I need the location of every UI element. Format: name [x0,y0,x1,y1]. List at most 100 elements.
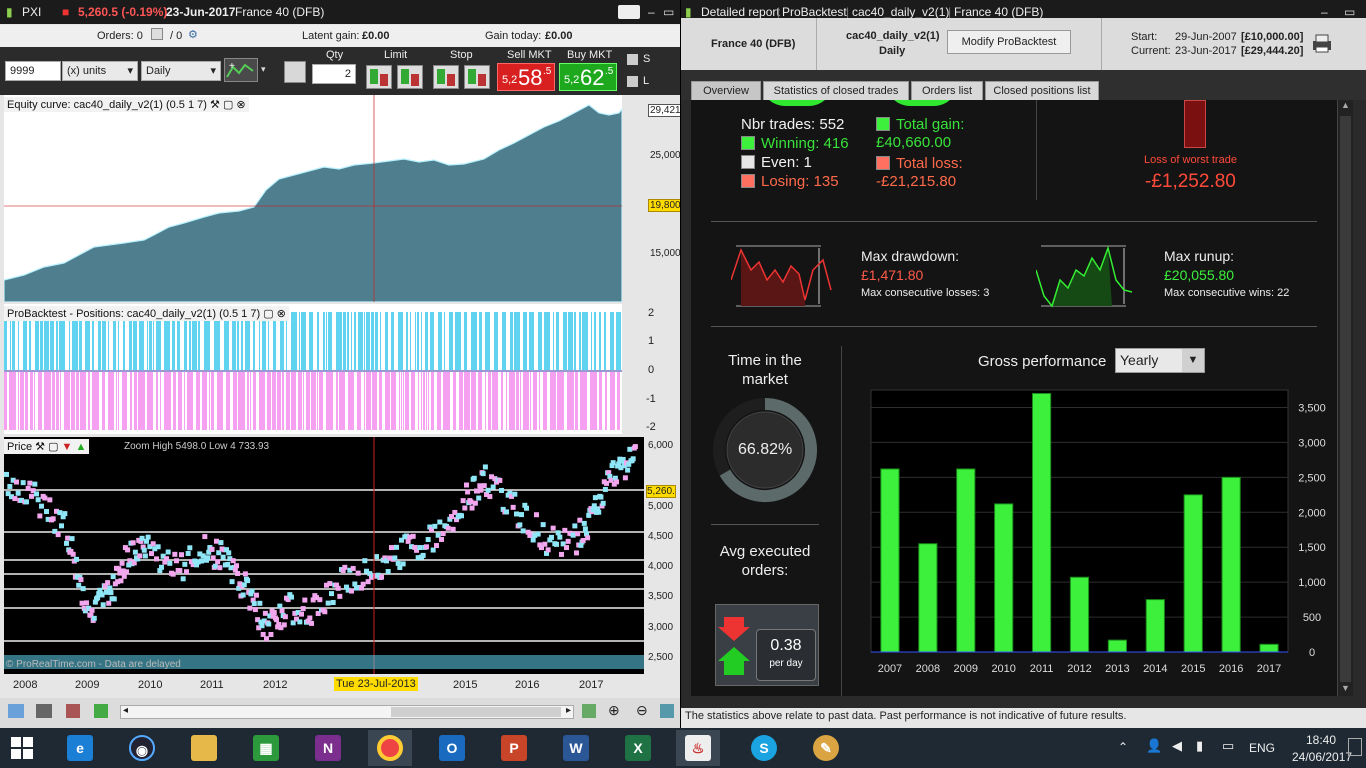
maximize-icon[interactable]: ▢ [48,441,58,453]
battery-icon[interactable]: ▭ [1222,738,1234,754]
network-icon[interactable]: ▮ [1196,738,1203,754]
taskbar-store[interactable]: ▦ [244,730,288,766]
close-icon[interactable]: ⊗ [236,99,245,111]
buy-arrow-icon[interactable]: ▲ [75,441,86,453]
taskbar-onenote[interactable]: N [306,730,350,766]
positions-tick: -2 [646,421,656,433]
units-type-select[interactable]: (x) units ▾ [62,61,138,81]
minimize-icon[interactable]: – [648,5,655,19]
minimize-icon[interactable]: – [1321,5,1328,19]
time-in-market-value: 66.82% [738,441,793,458]
taskbar-outlook[interactable]: O [430,730,474,766]
taskbar-chrome[interactable] [368,730,412,766]
maximize-icon[interactable]: ▢ [223,99,233,111]
indicators-button[interactable]: + [224,58,258,82]
notifications-icon[interactable] [1348,738,1362,756]
stop-buy-button[interactable] [433,65,459,89]
skype-icon: S [751,735,777,761]
l-checkbox[interactable] [627,76,638,87]
gross-performance-title: Gross performance [978,353,1107,370]
buy-market-button[interactable]: 5,2 62 .5 [559,63,617,91]
media-player-icon: ◉ [129,735,155,761]
tab-orders-list[interactable]: Orders list [911,81,983,100]
scroll-up-icon[interactable]: ▲ [1341,100,1350,110]
maximize-icon[interactable]: ▢ [263,308,273,320]
info-icon: ■ [62,5,70,19]
store-icon: ▦ [253,735,279,761]
scroll-thumb[interactable] [391,707,561,717]
powerpoint-icon: P [501,735,527,761]
wrench-icon[interactable]: ⚒ [210,99,220,111]
period-select[interactable]: Daily ▾ [141,61,221,81]
horizontal-scrollbar[interactable]: ◂ ▸ [120,705,574,719]
price-pane: Price ⚒ ▢ ▼ ▲ Zoom High 5498.0 Low 4 733… [4,437,644,674]
current-date: 23-Jun-2017 [1175,45,1237,57]
auto-scroll-icon[interactable] [582,704,596,718]
taskbar-powerpoint[interactable]: P [492,730,536,766]
tray-overflow-icon[interactable]: ⌃ [1118,740,1128,754]
scroll-down-icon[interactable]: ▼ [1341,683,1350,693]
wrench-icon[interactable]: ⚒ [35,441,45,453]
taskbar-word[interactable]: W [554,730,598,766]
scroll-left-icon[interactable]: ◂ [123,705,128,716]
scroll-thumb[interactable] [1340,116,1351,682]
year-tick: 2017 [579,679,604,691]
stop-sell-button[interactable] [464,65,490,89]
cancel-orders-icon[interactable] [151,28,163,40]
period-select-yearly[interactable]: Yearly ▼ [1115,348,1205,373]
screenshot-icon[interactable] [8,704,24,718]
year-tick: 2012 [263,679,288,691]
equity-current: 29,421 [648,104,680,117]
printer-icon[interactable] [1311,33,1333,53]
close-icon[interactable]: ⊗ [277,308,286,320]
wrench-icon[interactable] [284,61,306,83]
chevron-down-icon[interactable]: ▾ [261,64,266,75]
units-input[interactable]: 9999 [5,61,61,81]
sell-arrow-icon[interactable]: ▼ [62,441,73,453]
chrome-icon [377,735,403,761]
clock-date[interactable]: 24/06/2017 [1292,750,1352,764]
zoom-reset-icon[interactable] [660,704,674,718]
qty-input[interactable]: 2 [312,64,356,84]
restore-icon[interactable]: ▭ [663,5,674,19]
taskbar-explorer[interactable] [182,730,226,766]
user-icon[interactable]: 👤 [1146,738,1162,754]
tab-statistics[interactable]: Statistics of closed trades [763,81,909,100]
y-tick-label: 3,000 [1298,437,1326,449]
x-tick-label: 2013 [1105,663,1129,675]
limit-buy-button[interactable] [366,65,392,89]
restore-icon[interactable]: ▭ [1344,5,1355,19]
volume-icon[interactable]: ◀ [1172,738,1182,754]
start-value: [£10,000.00] [1241,31,1304,43]
start-button[interactable] [0,730,44,766]
taskbar-skype[interactable]: S [742,730,786,766]
tab-overview[interactable]: Overview [691,81,761,100]
taskbar-java[interactable]: ♨ [676,730,720,766]
orders-settings-icon[interactable]: ⚙ [188,28,198,41]
sync-icon[interactable] [36,704,52,718]
sell-price-sup: .5 [543,66,552,77]
language-indicator[interactable]: ENG [1249,741,1275,755]
taskbar-ie[interactable]: e [58,730,102,766]
zoom-out-icon[interactable]: ⊖ [636,702,648,719]
scroll-right-icon[interactable]: ▸ [566,705,571,716]
vertical-scrollbar[interactable]: ▲ ▼ [1337,100,1353,696]
s-checkbox[interactable] [627,54,638,65]
taskbar-excel[interactable]: X [616,730,660,766]
compare-icon[interactable] [94,704,108,718]
x-tick-label: 2009 [954,663,978,675]
bar-2009 [956,468,976,653]
taskbar-paint[interactable]: ✎ [804,730,848,766]
zoom-info: Zoom High 5498.0 Low 4 733.93 [124,441,270,452]
report-title-b: ProBacktest [782,5,847,19]
limit-sell-button[interactable] [397,65,423,89]
zoom-in-icon[interactable]: ⊕ [608,702,620,719]
modify-probacktest-button[interactable]: Modify ProBacktest [947,30,1071,54]
sell-market-button[interactable]: 5,2 58 .5 [497,63,555,91]
tab-closed-positions[interactable]: Closed positions list [985,81,1099,100]
layout-icon[interactable] [66,704,80,718]
keyboard-icon[interactable] [618,5,640,19]
clock-time[interactable]: 18:40 [1306,733,1336,747]
taskbar-player[interactable]: ◉ [120,730,164,766]
symbol-label: PXI [22,5,42,19]
